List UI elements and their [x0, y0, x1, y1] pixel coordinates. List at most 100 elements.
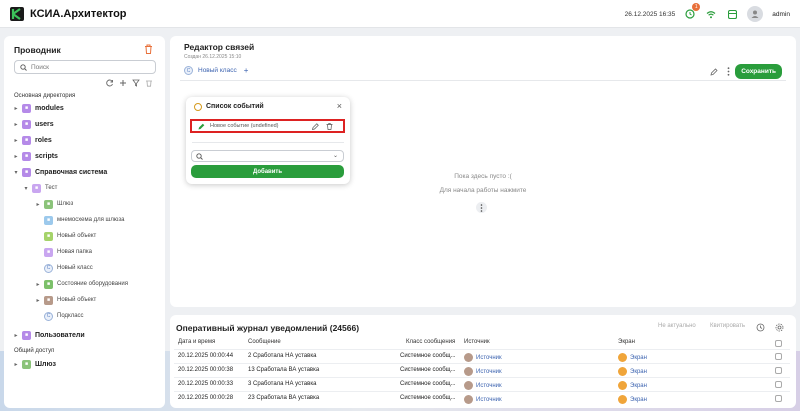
- tree-label: Справочная система: [35, 168, 108, 176]
- not-actual-button[interactable]: Не актуально: [658, 323, 696, 329]
- tree-item-new-class[interactable]: C Новый класс: [42, 262, 93, 274]
- tree-item-users-ru[interactable]: ▸ ■ Пользователи: [12, 329, 85, 341]
- username[interactable]: admin: [772, 11, 790, 18]
- filter-icon[interactable]: [132, 79, 140, 87]
- chevron-right-icon[interactable]: ▸: [34, 281, 42, 288]
- chevron-right-icon[interactable]: ▸: [12, 332, 20, 339]
- tree-item-roles[interactable]: ▸ ■ roles: [12, 134, 52, 146]
- tree-item-users[interactable]: ▸ ■ users: [12, 118, 54, 130]
- cell-datetime: 20.12.2025 00:00:38: [178, 367, 234, 373]
- delete-icon[interactable]: [145, 79, 153, 87]
- tree-item-mnemo[interactable]: ■ мнемосхема для шлюза: [42, 214, 124, 226]
- source-link[interactable]: Источник: [476, 369, 502, 375]
- row-checkbox[interactable]: [775, 381, 782, 388]
- tree-item-equipment-state[interactable]: ▸ ■ Состояние оборудования: [34, 278, 128, 290]
- folder-icon: ■: [22, 167, 31, 177]
- source-icon: [464, 367, 473, 376]
- chevron-right-icon[interactable]: ▸: [12, 153, 20, 160]
- more-vertical-icon[interactable]: [727, 67, 730, 76]
- row-checkbox[interactable]: [775, 353, 782, 360]
- chevron-right-icon[interactable]: ▸: [12, 361, 20, 368]
- tree-label: users: [35, 120, 54, 128]
- gateway-icon: ■: [22, 359, 31, 369]
- tree-item-new-object-2[interactable]: ▸ ■ Новый объект: [34, 294, 96, 306]
- table-row[interactable]: 20.12.2025 00:00:33 3 Сработала НА устав…: [174, 377, 790, 391]
- edit-event-icon[interactable]: [312, 123, 319, 130]
- panel-button[interactable]: [726, 8, 738, 20]
- source-icon: [464, 381, 473, 390]
- table-row[interactable]: 20.12.2025 00:00:44 2 Сработала НА устав…: [174, 349, 790, 363]
- tree-item-subclass[interactable]: C Подкласс: [42, 310, 84, 322]
- acknowledge-button[interactable]: Квитировать: [710, 323, 745, 329]
- chevron-down-icon[interactable]: ▾: [22, 185, 30, 192]
- sidebar-search-field[interactable]: [14, 60, 156, 74]
- save-button[interactable]: Сохранить: [735, 64, 782, 79]
- tree-label: Новый класс: [57, 265, 93, 271]
- row-checkbox[interactable]: [775, 367, 782, 374]
- divider: [180, 80, 786, 81]
- user-avatar[interactable]: [747, 6, 764, 22]
- folder-icon: ■: [22, 330, 31, 340]
- tree-item-shared-gateway[interactable]: ▸ ■ Шлюз: [12, 358, 56, 370]
- screen-link[interactable]: Экран: [630, 369, 647, 375]
- tree-label: Шлюз: [35, 360, 56, 368]
- cell-message: 13 Сработала ВА уставка: [248, 367, 320, 373]
- event-select[interactable]: ⌄: [191, 150, 344, 162]
- cell-datetime: 20.12.2025 00:00:33: [178, 381, 234, 387]
- chevron-right-icon[interactable]: ▸: [12, 105, 20, 112]
- search-icon: [20, 63, 27, 71]
- tree-item-test[interactable]: ▾ ■ Тест: [22, 182, 57, 194]
- screen-icon: [618, 381, 627, 390]
- refresh-icon[interactable]: [106, 79, 114, 87]
- add-tab-button[interactable]: +: [244, 66, 249, 75]
- notifications-button[interactable]: 1: [684, 3, 701, 20]
- event-label: Новое событие (undefined): [210, 123, 279, 129]
- tree-item-new-object[interactable]: ■ Новый объект: [42, 230, 96, 242]
- tab-new-class[interactable]: Новый класс: [198, 67, 237, 74]
- chevron-right-icon[interactable]: ▸: [12, 121, 20, 128]
- tree-label: Состояние оборудования: [57, 281, 128, 287]
- sidebar-search-input[interactable]: [31, 63, 146, 71]
- tree-item-reference[interactable]: ▾ ■ Справочная система: [12, 166, 107, 178]
- chevron-down-icon[interactable]: ▾: [12, 169, 20, 176]
- chevron-right-icon[interactable]: ▸: [34, 201, 42, 208]
- add-icon[interactable]: [119, 79, 127, 87]
- source-link[interactable]: Источник: [476, 397, 502, 403]
- row-checkbox[interactable]: [775, 395, 782, 402]
- close-icon[interactable]: ×: [337, 101, 342, 111]
- screen-link[interactable]: Экран: [630, 355, 647, 361]
- tree-item-modules[interactable]: ▸ ■ modules: [12, 102, 64, 114]
- tree-item-gateway[interactable]: ▸ ■ Шлюз: [34, 198, 73, 210]
- screen-link[interactable]: Экран: [630, 397, 647, 403]
- more-button[interactable]: [476, 202, 487, 213]
- chevron-down-icon[interactable]: ⌄: [333, 152, 338, 159]
- history-icon[interactable]: [756, 323, 765, 332]
- col-screen: Экран: [618, 339, 635, 345]
- delete-event-icon[interactable]: [326, 123, 333, 130]
- object-icon: ■: [44, 231, 53, 241]
- settings-icon[interactable]: [775, 323, 784, 332]
- cell-class: Системное сообщ...: [400, 353, 456, 359]
- folder-icon: ■: [44, 247, 53, 257]
- source-link[interactable]: Источник: [476, 383, 502, 389]
- add-event-button[interactable]: Добавить: [191, 165, 344, 178]
- table-row[interactable]: 20.12.2025 00:00:38 13 Сработала ВА уста…: [174, 363, 790, 377]
- class-icon: C: [184, 66, 193, 75]
- select-all-checkbox[interactable]: [775, 340, 782, 347]
- col-message: Сообщение: [248, 339, 281, 345]
- tree-item-scripts[interactable]: ▸ ■ scripts: [12, 150, 58, 162]
- source-link[interactable]: Источник: [476, 355, 502, 361]
- wifi-status-button[interactable]: [705, 8, 717, 20]
- col-datetime: Дата и время: [178, 339, 216, 345]
- notification-badge: 1: [692, 3, 701, 11]
- screen-link[interactable]: Экран: [630, 383, 647, 389]
- tree-label: Новый объект: [57, 233, 97, 239]
- trash-icon: [145, 44, 152, 54]
- edit-icon[interactable]: [710, 67, 718, 76]
- chevron-right-icon[interactable]: ▸: [34, 297, 42, 304]
- event-list-item[interactable]: Новое событие (undefined): [190, 119, 345, 133]
- table-row[interactable]: 20.12.2025 00:00:28 23 Сработала ВА уста…: [174, 391, 790, 405]
- sidebar-trash-button[interactable]: [144, 44, 153, 56]
- chevron-right-icon[interactable]: ▸: [12, 137, 20, 144]
- tree-item-new-folder[interactable]: ■ Новая папка: [42, 246, 92, 258]
